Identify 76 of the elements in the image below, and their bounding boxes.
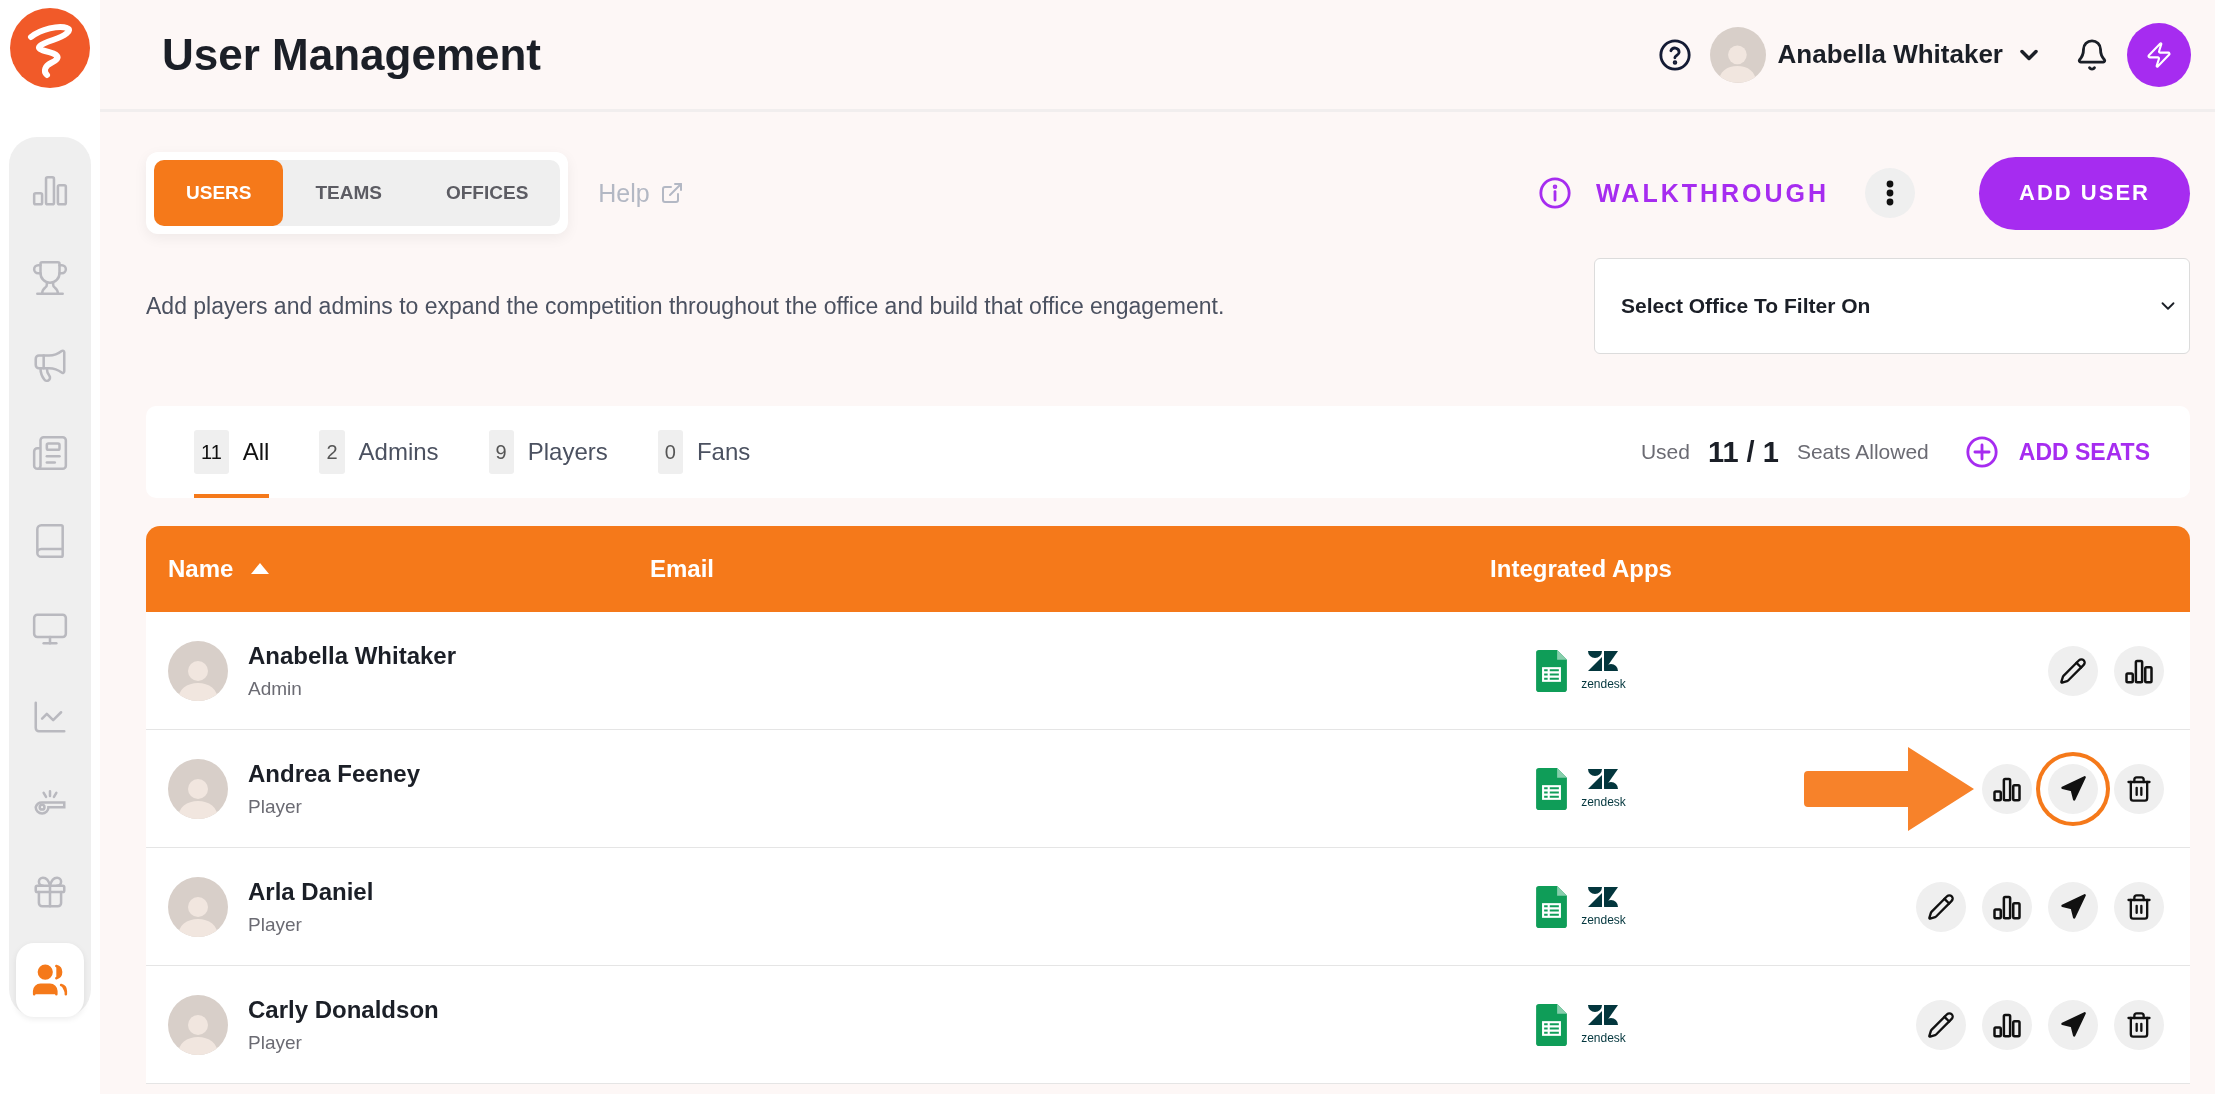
description-text: Add players and admins to expand the competition throughout the office and build that office engagement. [146,292,1225,320]
plus-circle-icon [1964,435,1999,469]
app-logo[interactable] [9,7,91,89]
used-label: Used [1640,440,1690,464]
add-seats-button[interactable]: ADD SEATS [1964,435,2150,469]
pencil-icon [1927,892,1955,921]
send-icon [2059,1010,2087,1039]
app-logo: zendesk [1581,887,1626,926]
role-filter-label: All [242,438,270,466]
user-name: Anabella Whitaker [248,641,457,670]
app-logo: zendesk [1581,1005,1626,1044]
send-icon [2059,892,2087,921]
pencil-icon [1927,1010,1955,1039]
trash-icon [2125,1010,2153,1039]
pencil-icon [2059,656,2087,685]
count-badge: 11 [194,430,229,474]
user-name: Andrea Feeney [248,759,421,788]
stats-button[interactable] [1982,881,2032,932]
stats-button[interactable] [1982,999,2032,1050]
office-filter-select[interactable]: Select Office To Filter On [1594,258,2190,354]
page-title: User Management [162,29,542,80]
user-name: Arla Daniel [248,877,374,906]
walkthrough-button[interactable]: WALKTHROUGH [1538,176,1830,210]
role-filter-tab[interactable]: 9 Players [488,406,608,498]
more-icon [1886,180,1895,206]
edit-button[interactable] [1916,999,1966,1050]
user-role: Player [248,913,303,936]
role-filter-label: Admins [358,438,439,466]
role-filter-label: Fans [696,438,751,466]
send-button[interactable] [2048,881,2098,932]
section-tab[interactable]: TEAMS [283,160,414,226]
send-icon [2059,774,2087,803]
user-name: Anabella Whitaker [1777,39,2003,70]
sort-up-icon[interactable] [251,563,270,575]
edit-button[interactable] [2048,645,2098,696]
stats-button[interactable] [1982,763,2032,814]
send-button[interactable] [2048,999,2098,1050]
spreadsheet-icon [1536,1003,1568,1046]
delete-button[interactable] [2114,763,2164,814]
role-filter-tab[interactable]: 0 Fans [657,406,751,498]
trash-icon [2125,774,2153,803]
megaphone-icon [31,346,69,385]
count-badge: 9 [488,430,514,474]
user-role: Admin [248,677,303,700]
stats-button[interactable] [2114,645,2164,696]
trophy-icon [31,258,69,297]
more-button[interactable] [1865,168,1916,218]
external-link-icon [659,181,684,205]
role-filter-label: Players [527,438,608,466]
user-name: Carly Donaldson [248,995,439,1024]
section-tab[interactable]: OFFICES [413,160,561,226]
role-filter-tab[interactable]: 2 Admins [319,406,439,498]
spreadsheet-icon [1536,649,1568,692]
user-role: Player [248,1031,303,1054]
role-filter-tab[interactable]: 11 All [194,406,270,498]
add-user-button[interactable]: ADD USER [1979,156,2190,230]
count-badge: 2 [319,430,345,474]
seats-allowed-label: Seats Allowed [1796,440,1929,464]
edit-button[interactable] [1916,881,1966,932]
user-menu[interactable]: Anabella Whitaker [1709,26,2043,83]
seat-count: 11 / 1 [1707,435,1779,469]
app-logo: zendesk [1581,769,1626,808]
newspaper-icon [31,434,69,473]
delete-button[interactable] [2114,999,2164,1050]
count-badge: 0 [657,430,683,474]
sidebar-item[interactable] [16,943,84,1017]
lightning-icon [2145,40,2173,69]
trash-icon [2125,892,2153,921]
spreadsheet-icon [1536,885,1568,928]
bell-icon[interactable] [2075,37,2109,72]
help-icon[interactable] [1657,37,1692,72]
user-role: Player [248,795,303,818]
app-logo: zendesk [1581,651,1626,690]
spreadsheet-icon [1536,767,1568,810]
delete-button[interactable] [2114,881,2164,932]
info-icon [1538,176,1573,210]
